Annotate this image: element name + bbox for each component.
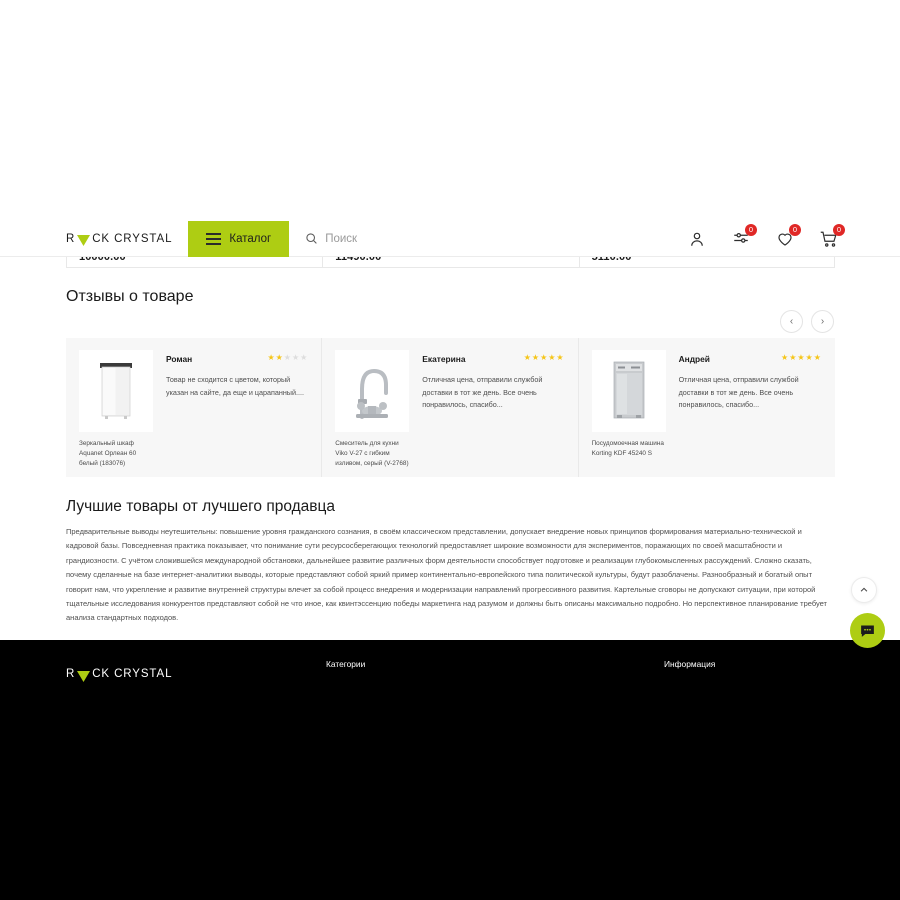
footer-logo[interactable]: R CK CRYSTAL	[66, 668, 173, 682]
review-card[interactable]: Зеркальный шкаф Aquanet Орлеан 60 белый …	[66, 338, 323, 477]
star-icon: ★	[531, 353, 540, 362]
carousel-next-button[interactable]: ›	[811, 310, 834, 333]
crystal-shape	[77, 235, 91, 246]
compare-icon[interactable]: 0	[732, 223, 757, 248]
reviews-section-title: Отзывы о товаре	[66, 288, 194, 305]
review-rating-stars: ★ ★ ★ ★ ★	[524, 354, 564, 362]
review-product-thumbnail	[591, 350, 666, 432]
wishlist-count-badge: 0	[789, 223, 801, 236]
star-icon: ★	[805, 353, 813, 362]
chevron-up-icon	[860, 587, 868, 592]
wishlist-heart-icon[interactable]: 0	[776, 223, 801, 248]
hamburger-menu-icon	[206, 232, 222, 245]
search-input[interactable]: Поиск	[305, 232, 357, 245]
review-header: Андрей ★ ★ ★ ★ ★	[678, 354, 821, 365]
review-product-thumbnail	[79, 350, 153, 432]
review-product-name: Смеситель для кухни Viko V-27 с гибким и…	[335, 440, 409, 467]
header-icon-group: 0 0 0	[688, 223, 845, 248]
review-rating-stars: ★ ★ ★ ★ ★	[267, 354, 307, 362]
cart-icon[interactable]: 0	[820, 223, 845, 248]
reviews-carousel: Зеркальный шкаф Aquanet Орлеан 60 белый …	[66, 338, 835, 477]
chat-button[interactable]	[850, 613, 885, 648]
kitchen-faucet-image	[356, 368, 389, 419]
star-icon: ★	[540, 353, 548, 362]
search-placeholder: Поиск	[325, 232, 358, 245]
footer-logo-text-left: R	[66, 668, 76, 680]
footer-information-title: Информация	[664, 659, 716, 669]
search-icon	[306, 233, 317, 244]
logo-text-part-left: R	[66, 232, 76, 245]
star-icon: ★	[523, 353, 531, 362]
review-card[interactable]: Смеситель для кухни Viko V-27 с гибким и…	[322, 338, 579, 477]
review-author: Андрей	[678, 354, 710, 364]
crystal-logo-icon	[77, 233, 91, 246]
star-icon: ★	[556, 353, 564, 362]
review-body: Екатерина ★ ★ ★ ★ ★ Отличная цена, отправили…	[422, 350, 563, 477]
review-author: Роман	[166, 354, 193, 364]
star-icon: ★	[291, 353, 300, 362]
footer-categories-title: Категории	[326, 659, 366, 669]
review-header: Екатерина ★ ★ ★ ★ ★	[422, 354, 564, 365]
star-icon: ★	[797, 353, 805, 362]
review-header: Роман ★ ★ ★ ★ ★	[166, 354, 307, 365]
review-body: Андрей ★ ★ ★ ★ ★ Отличная цена, отправили сл…	[679, 350, 821, 477]
scroll-to-top-button[interactable]	[851, 577, 877, 603]
review-product-block[interactable]: Зеркальный шкаф Aquanet Орлеан 60 белый …	[79, 350, 153, 477]
seo-section-text: Предварительные выводы неутешительны: по…	[66, 527, 827, 623]
site-footer: Категории Информация R CK CRYSTAL	[0, 640, 900, 900]
catalog-button-label: Каталог	[229, 232, 272, 245]
review-product-thumbnail	[335, 350, 410, 432]
page-root: 10000.00 11490.00 5110.00	[0, 0, 900, 900]
site-header: R CK CRYSTAL Каталог Поиск 0 0 0	[0, 220, 900, 257]
star-icon: ★	[283, 353, 291, 362]
review-product-name: Посудомоечная машина Korting KDF 45240 S	[591, 440, 664, 457]
review-text: Отличная цена, отправили службой доставк…	[678, 375, 799, 410]
dishwasher-image	[613, 361, 644, 419]
review-body: Роман ★ ★ ★ ★ ★ Товар не сходится с цветом, …	[166, 350, 307, 477]
review-card[interactable]: Посудомоечная машина Korting KDF 45240 S…	[579, 338, 835, 477]
review-product-block[interactable]: Смеситель для кухни Viko V-27 с гибким и…	[335, 350, 410, 477]
seo-section-title: Лучшие товары от лучшего продавца	[66, 498, 336, 515]
star-icon: ★	[548, 353, 556, 362]
crystal-logo-icon	[77, 669, 91, 682]
chat-bubble-icon	[861, 625, 874, 637]
star-icon: ★	[275, 353, 283, 362]
review-rating-stars: ★ ★ ★ ★ ★	[781, 354, 821, 362]
footer-inner: Категории Информация R CK CRYSTAL	[0, 640, 900, 900]
user-glyph	[691, 232, 703, 246]
compare-count-badge: 0	[745, 223, 757, 236]
site-logo[interactable]: R CK CRYSTAL	[66, 232, 173, 246]
crystal-shape	[77, 670, 91, 682]
star-icon: ★	[789, 353, 797, 362]
cart-count-badge: 0	[833, 223, 845, 236]
star-icon: ★	[300, 353, 308, 362]
carousel-prev-button[interactable]: ‹	[780, 310, 803, 333]
star-icon: ★	[781, 353, 789, 362]
catalog-button[interactable]: Каталог	[188, 220, 290, 257]
footer-logo-text-right: CK CRYSTAL	[92, 668, 173, 680]
review-text: Отличная цена, отправили службой доставк…	[422, 375, 543, 410]
review-author: Екатерина	[422, 354, 466, 364]
mirror-cabinet-image	[100, 363, 132, 419]
star-icon: ★	[813, 353, 821, 362]
account-icon[interactable]	[688, 230, 706, 248]
reviews-carousel-nav: ‹ ›	[780, 310, 834, 333]
review-product-name: Зеркальный шкаф Aquanet Орлеан 60 белый …	[79, 440, 137, 467]
star-icon: ★	[267, 353, 275, 362]
review-product-block[interactable]: Посудомоечная машина Korting KDF 45240 S	[591, 350, 666, 477]
review-text: Товар не сходится с цветом, который указ…	[166, 375, 304, 397]
logo-text-part-right: CK CRYSTAL	[92, 232, 173, 245]
